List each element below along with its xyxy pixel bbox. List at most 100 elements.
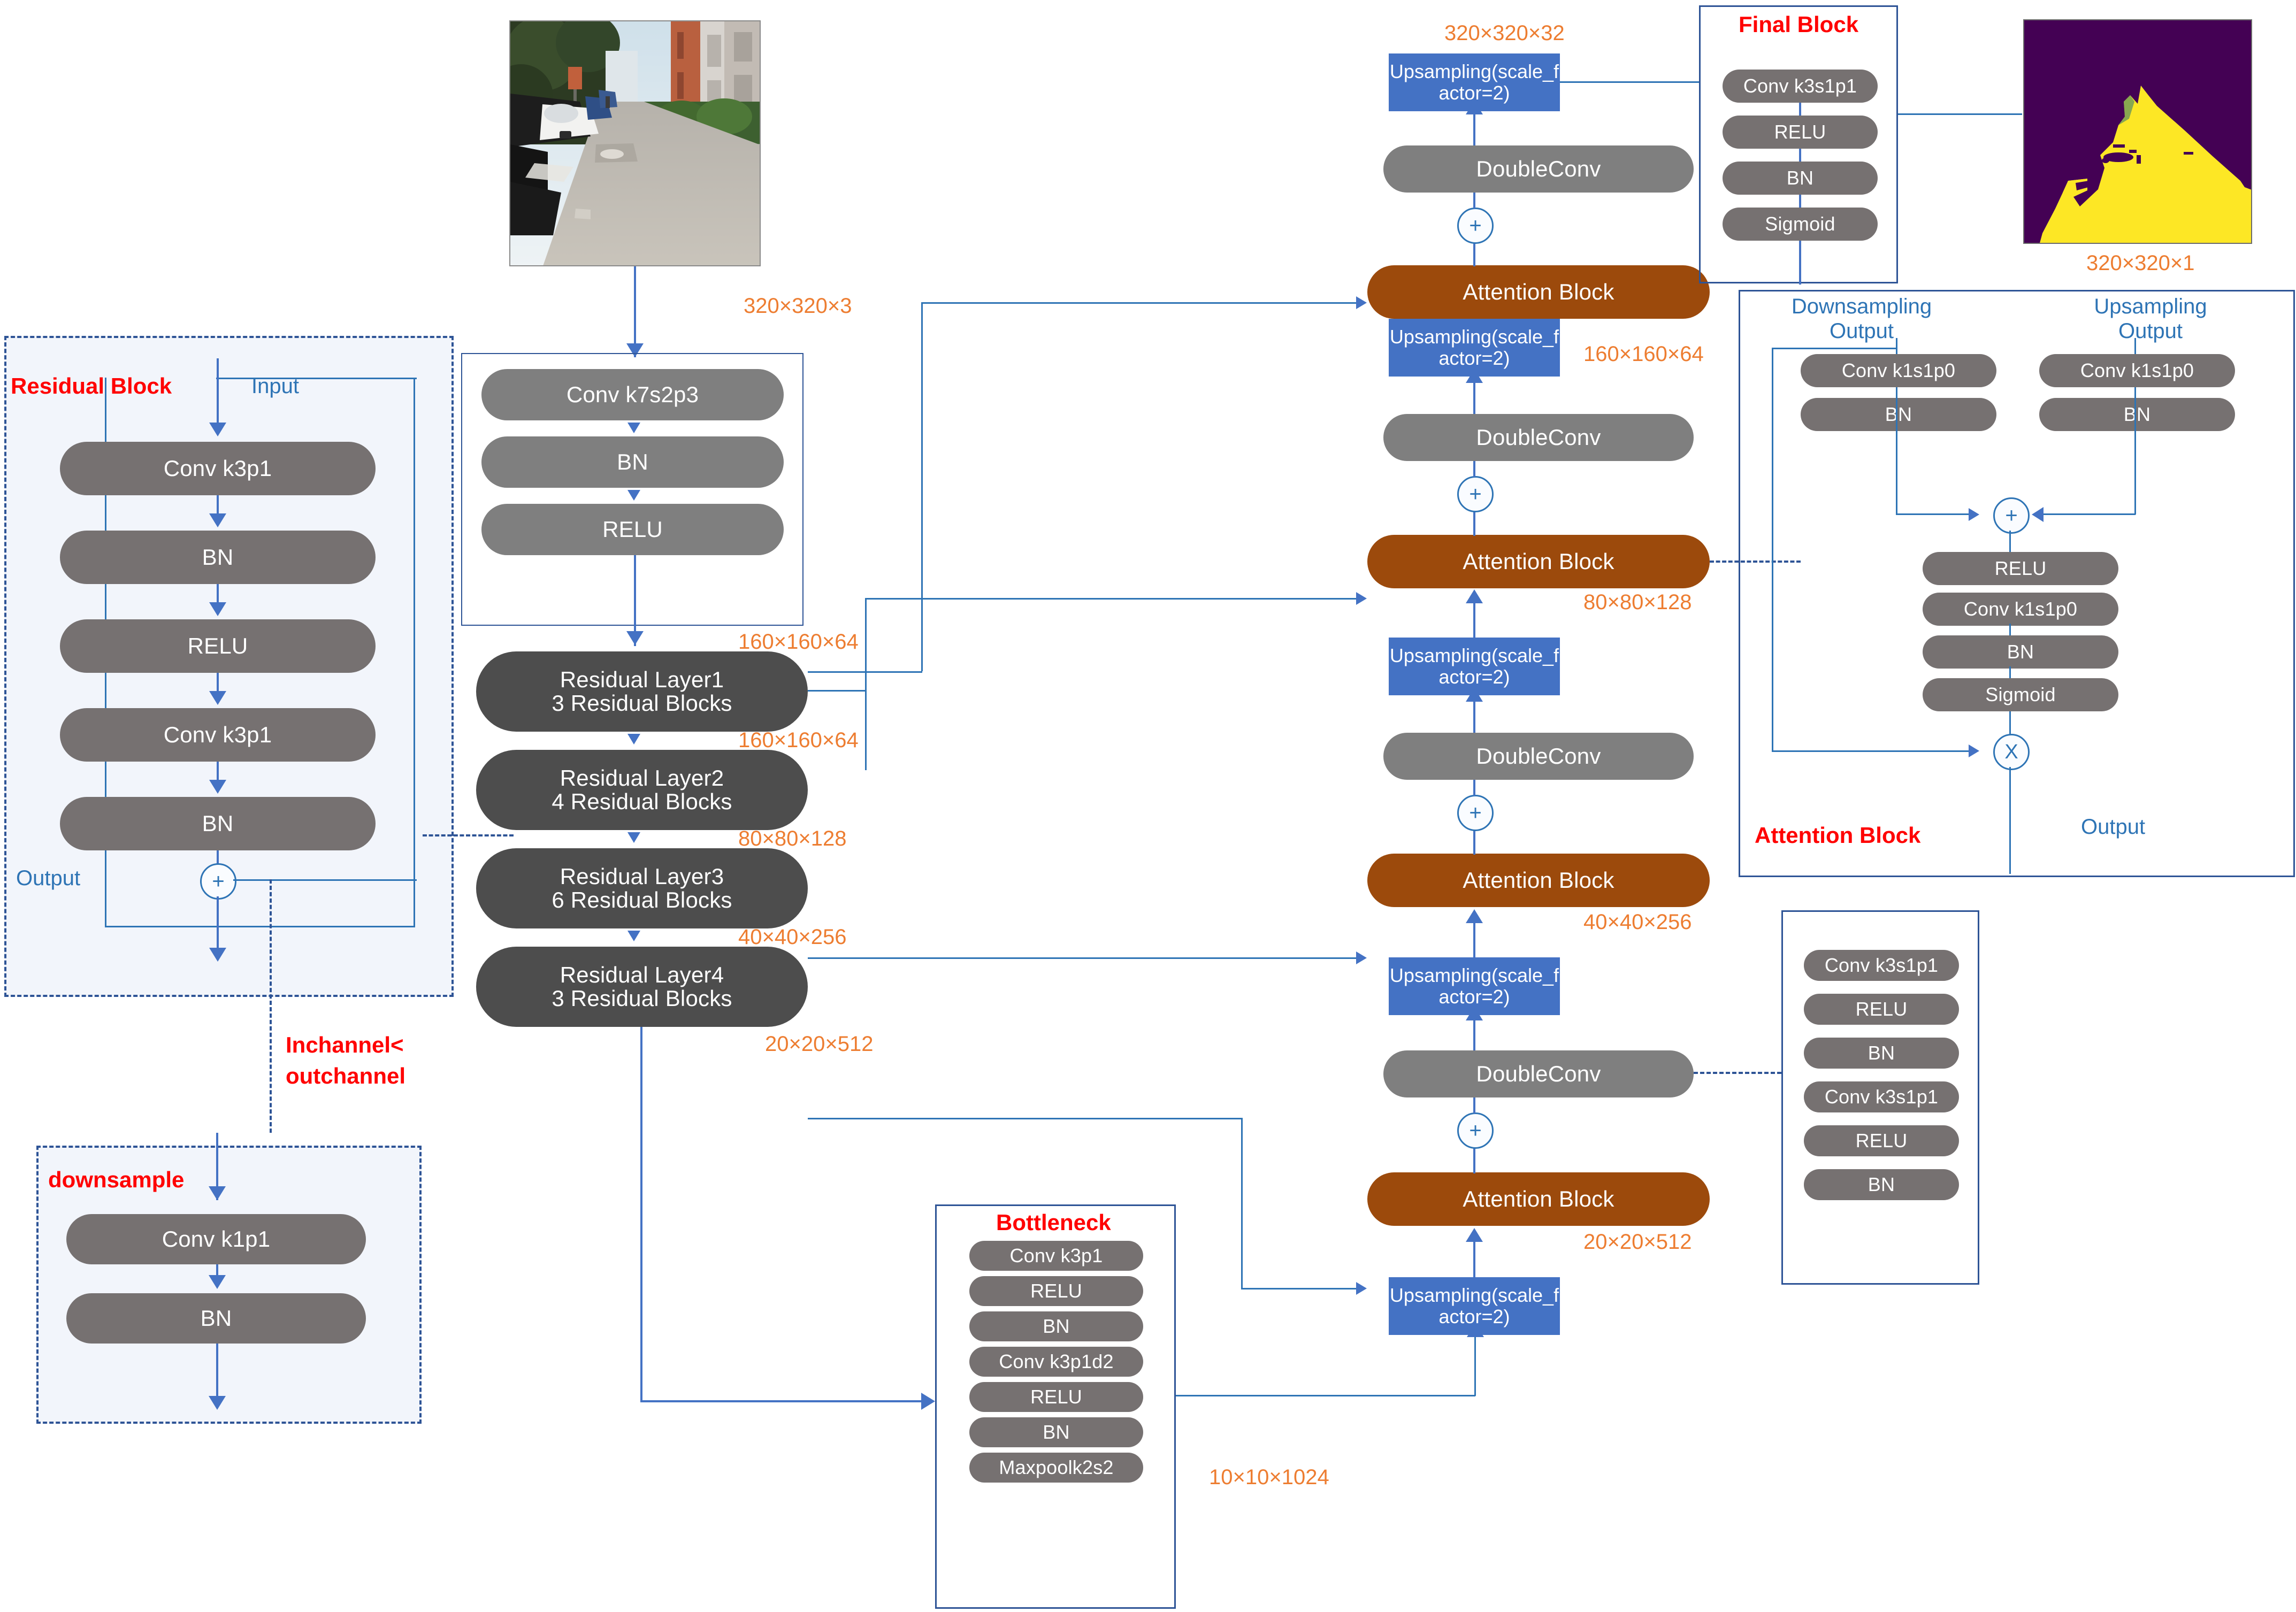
decoder-doubleconv-4: DoubleConv bbox=[1383, 1050, 1694, 1097]
downsample-layer-conv: Conv k1p1 bbox=[66, 1214, 366, 1264]
rl2-arrow bbox=[627, 832, 640, 843]
final-block-layer-0: Conv k3s1p1 bbox=[1723, 70, 1878, 103]
dec2-line-a bbox=[1473, 602, 1475, 638]
residual-block-output-label: Output bbox=[16, 866, 81, 890]
residual-block-link-dash bbox=[423, 834, 514, 836]
decoder-doubleconv-2: DoubleConv bbox=[1383, 414, 1694, 461]
skip-0-hline-top bbox=[921, 302, 1365, 304]
decoder-upsampling-4: Upsampling(scale_f actor=2) bbox=[1389, 1277, 1560, 1335]
dec2-line-d bbox=[1473, 382, 1475, 414]
skip-0-vline bbox=[921, 302, 923, 671]
skip-3-arrow bbox=[1356, 1282, 1367, 1295]
dec4-line-b bbox=[1473, 1145, 1475, 1173]
ds-arrow-1 bbox=[209, 1275, 226, 1289]
attention-panel-output-label: Output bbox=[2081, 815, 2146, 839]
residual-layer-3-name: Residual Layer3 bbox=[560, 863, 724, 889]
ab-right-sum-arrow bbox=[2032, 507, 2044, 522]
output-mask-dim: 320×320×1 bbox=[2086, 251, 2195, 275]
residual-layer-2: Residual Layer2 4 Residual Blocks bbox=[476, 750, 808, 830]
rb-arrow-out bbox=[209, 948, 226, 962]
decoder-upsampling-2-line1: Upsampling(scale_f bbox=[1389, 644, 1559, 666]
rb-arrow-1 bbox=[209, 513, 226, 527]
ab-left-line2: Output bbox=[1829, 319, 1894, 343]
dec3-arrow-a bbox=[1466, 909, 1483, 923]
ab-left-line1: Downsampling bbox=[1791, 295, 1932, 318]
enc-tail-arrow bbox=[921, 1393, 935, 1410]
final-block-layer-3: Sigmoid bbox=[1723, 208, 1878, 241]
input-dim-label: 320×320×3 bbox=[744, 294, 852, 318]
ab-left-sum-arrow bbox=[1969, 508, 1979, 521]
doubleconv-panel-layer-1: RELU bbox=[1804, 994, 1959, 1025]
decoder-attention-2-dim: 80×80×128 bbox=[1583, 590, 1692, 614]
residual-block-layer-bn2: BN bbox=[60, 797, 376, 850]
stem-layer-conv: Conv k7s2p3 bbox=[481, 369, 784, 420]
residual-layer-4-blocks: 3 Residual Blocks bbox=[552, 986, 732, 1011]
stem-layer-bn: BN bbox=[481, 436, 784, 488]
decoder-sum-1: + bbox=[1457, 208, 1494, 244]
final-in-hline bbox=[1560, 81, 1700, 83]
decoder-upsampling-3: Upsampling(scale_f actor=2) bbox=[1389, 957, 1560, 1015]
bottleneck-layer-0: Conv k3p1 bbox=[969, 1241, 1143, 1271]
ab-bypass-bottom bbox=[1772, 750, 1976, 752]
rl3-arrow bbox=[627, 931, 640, 941]
decoder-upsampling-final-line2: actor=2) bbox=[1438, 82, 1510, 104]
decoder-top-dim: 320×320×32 bbox=[1444, 21, 1565, 45]
residual-block-layer-bn1: BN bbox=[60, 531, 376, 584]
decoder-upsampling-1-line2: actor=2) bbox=[1438, 347, 1510, 369]
residual-layer-3-blocks: 6 Residual Blocks bbox=[552, 887, 732, 912]
downsample-title: downsample bbox=[48, 1167, 185, 1192]
decoder-doubleconv-3: DoubleConv bbox=[1383, 733, 1694, 780]
residual-block-title: Residual Block bbox=[11, 373, 172, 398]
ab-output-line bbox=[2009, 767, 2011, 874]
residual-layer-1-name: Residual Layer1 bbox=[560, 666, 724, 692]
decoder-upsampling-2-line2: actor=2) bbox=[1438, 666, 1510, 688]
rb-arrow-2 bbox=[209, 602, 226, 616]
attention-panel-right-conv: Conv k1s1p0 bbox=[2039, 354, 2235, 387]
attention-panel-title: Attention Block bbox=[1755, 823, 1921, 848]
bottleneck-layer-1: RELU bbox=[969, 1276, 1143, 1306]
downsample-layer-bn: BN bbox=[66, 1293, 366, 1344]
residual-block-inner-top bbox=[216, 378, 417, 379]
doubleconv-panel-layer-5: BN bbox=[1804, 1169, 1959, 1200]
skip-1-hline-top bbox=[865, 598, 1365, 600]
skip-1-vline bbox=[865, 690, 867, 770]
residual-layer-2-blocks: 4 Residual Blocks bbox=[552, 789, 732, 814]
ab-bypass-left bbox=[1772, 348, 1773, 752]
ab-sum-down bbox=[2009, 531, 2011, 552]
attention-panel-left-conv: Conv k1s1p0 bbox=[1801, 354, 1996, 387]
doubleconv-link-dash bbox=[1694, 1072, 1781, 1074]
input-image bbox=[509, 20, 761, 266]
bottleneck-title: Bottleneck bbox=[996, 1210, 1111, 1235]
residual-layer-4: Residual Layer4 3 Residual Blocks bbox=[476, 947, 808, 1027]
attention-panel-trunk-relu: RELU bbox=[1923, 552, 2118, 585]
inchannel-condition-line2: outchannel bbox=[286, 1063, 406, 1088]
decoder-attention-1: Attention Block bbox=[1367, 265, 1710, 319]
dec1-line-d bbox=[1473, 113, 1475, 145]
skip-3-vline bbox=[1241, 1118, 1243, 1289]
skip-1-hline-bot bbox=[808, 690, 867, 692]
bottleneck-layer-4: RELU bbox=[969, 1382, 1143, 1412]
bottleneck-output-dim: 10×10×1024 bbox=[1209, 1465, 1329, 1489]
final-out-hline bbox=[1898, 113, 2022, 115]
decoder-attention-4: Attention Block bbox=[1367, 1172, 1710, 1226]
residual-layer-1-blocks: 3 Residual Blocks bbox=[552, 690, 732, 716]
dec2-arrow-a bbox=[1466, 589, 1483, 603]
ab-right-down bbox=[2134, 387, 2136, 515]
fb-line-4 bbox=[1799, 241, 1801, 285]
enc-tail-vline bbox=[640, 1027, 642, 1401]
decoder-attention-4-dim: 20×20×512 bbox=[1583, 1230, 1692, 1254]
residual-block-layer-relu: RELU bbox=[60, 619, 376, 673]
output-mask-image bbox=[2023, 19, 2252, 244]
ds-arrow-in bbox=[209, 1186, 226, 1200]
dec4-line-d bbox=[1473, 1019, 1475, 1050]
residual-layer-4-dim: 20×20×512 bbox=[765, 1032, 874, 1056]
dec3-line-d bbox=[1473, 701, 1475, 733]
decoder-sum-3: + bbox=[1457, 795, 1494, 831]
rb-skip-hline bbox=[233, 879, 417, 881]
bottleneck-out-hline bbox=[1176, 1395, 1475, 1396]
residual-block-layer-conv2: Conv k3p1 bbox=[60, 708, 376, 762]
rb-line-in bbox=[217, 358, 219, 428]
doubleconv-panel-layer-3: Conv k3s1p1 bbox=[1804, 1081, 1959, 1112]
skip-0-arrow bbox=[1356, 296, 1367, 309]
ab-trunk-line3 bbox=[2009, 711, 2011, 737]
